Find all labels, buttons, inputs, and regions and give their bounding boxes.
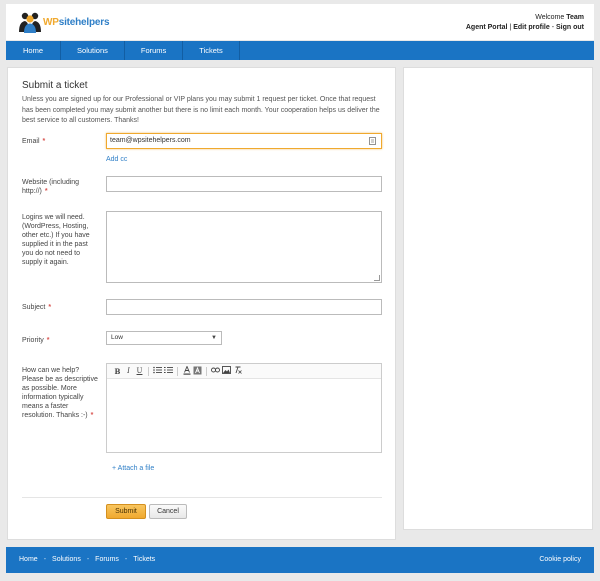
- required-mark: *: [44, 188, 48, 195]
- form-divider: [22, 497, 382, 498]
- email-label-text: Email: [22, 138, 40, 145]
- bold-button[interactable]: B: [112, 366, 123, 377]
- email-label: Email *: [22, 137, 100, 146]
- logins-label: Logins we will need. (WordPress, Hosting…: [22, 214, 90, 266]
- footer-tickets-link[interactable]: Tickets: [133, 547, 155, 573]
- website-field[interactable]: [106, 176, 382, 192]
- sidebar-panel: [403, 67, 593, 530]
- text-color-icon[interactable]: [181, 364, 192, 377]
- logo-people-icon: [18, 10, 42, 34]
- user-welcome: Welcome Team Agent Portal | Edit profile…: [466, 13, 584, 33]
- cancel-button[interactable]: Cancel: [149, 504, 187, 519]
- welcome-user: Team: [566, 14, 584, 21]
- nav-solutions[interactable]: Solutions: [61, 41, 125, 60]
- required-mark: *: [90, 412, 94, 419]
- bullet-list-icon[interactable]: [152, 366, 163, 377]
- link-icon[interactable]: [210, 366, 221, 377]
- background-color-icon[interactable]: [192, 366, 203, 377]
- footer-separator: -: [124, 556, 128, 563]
- logins-textarea[interactable]: [106, 211, 382, 283]
- priority-select[interactable]: Low ▼: [106, 331, 222, 345]
- priority-value: Low: [111, 334, 123, 341]
- priority-label: Priority *: [22, 336, 100, 345]
- footer-home-link[interactable]: Home: [19, 547, 38, 573]
- clear-formatting-icon[interactable]: [232, 366, 243, 377]
- footer-separator: -: [43, 556, 47, 563]
- edit-profile-link[interactable]: Edit profile: [513, 24, 550, 31]
- subject-label: Subject *: [22, 303, 100, 312]
- page-title: Submit a ticket: [22, 80, 88, 91]
- image-icon[interactable]: [221, 365, 232, 377]
- toolbar-divider: [148, 366, 149, 376]
- website-label: Website (including http://) *: [22, 178, 102, 196]
- footer-forums-link[interactable]: Forums: [95, 547, 119, 573]
- logo-text: WPsitehelpers: [43, 16, 110, 28]
- site-logo[interactable]: WPsitehelpers: [18, 9, 110, 35]
- help-label: How can we help? Please be as descriptiv…: [22, 366, 102, 420]
- ticket-form-panel: Submit a ticket Unless you are signed up…: [7, 67, 396, 540]
- nav-home[interactable]: Home: [6, 41, 62, 60]
- cookie-policy-link[interactable]: Cookie policy: [539, 547, 581, 573]
- help-label-text: How can we help? Please be as descriptiv…: [22, 367, 98, 419]
- subject-field[interactable]: [106, 299, 382, 315]
- required-mark: *: [42, 138, 46, 145]
- nav-tickets[interactable]: Tickets: [183, 41, 240, 60]
- attach-file-link[interactable]: + Attach a file: [112, 465, 154, 472]
- italic-button[interactable]: I: [123, 366, 134, 377]
- priority-label-text: Priority: [22, 337, 44, 344]
- toolbar-divider: [177, 366, 178, 376]
- agent-portal-link[interactable]: Agent Portal: [466, 24, 508, 31]
- sign-out-link[interactable]: Sign out: [556, 24, 584, 31]
- website-label-text: Website (including http://): [22, 179, 80, 195]
- contact-card-icon: [369, 137, 376, 151]
- footer-separator: -: [86, 556, 90, 563]
- logo-wp: WP: [43, 16, 59, 28]
- email-value: team@wpsitehelpers.com: [110, 137, 191, 144]
- numbered-list-icon[interactable]: [163, 366, 174, 377]
- site-header: WPsitehelpers Welcome Team Agent Portal …: [6, 4, 594, 40]
- footer-solutions-link[interactable]: Solutions: [52, 547, 81, 573]
- site-footer: Home - Solutions - Forums - Tickets Cook…: [6, 547, 594, 573]
- nav-forums[interactable]: Forums: [125, 41, 184, 60]
- editor-toolbar: B I U: [107, 364, 381, 379]
- resize-handle[interactable]: [374, 275, 380, 281]
- rich-text-editor[interactable]: B I U: [106, 363, 382, 453]
- footer-links: Home - Solutions - Forums - Tickets: [19, 547, 155, 573]
- welcome-prefix: Welcome: [535, 14, 565, 21]
- required-mark: *: [48, 304, 52, 311]
- submit-button[interactable]: Submit: [106, 504, 146, 519]
- email-field[interactable]: team@wpsitehelpers.com: [106, 133, 382, 149]
- subject-label-text: Subject: [22, 304, 46, 311]
- main-nav: Home Solutions Forums Tickets: [6, 41, 594, 60]
- form-intro: Unless you are signed up for our Profess…: [22, 96, 380, 124]
- toolbar-divider: [206, 366, 207, 376]
- required-mark: *: [46, 337, 50, 344]
- add-cc-link[interactable]: Add cc: [106, 156, 127, 163]
- logo-sitehelpers: sitehelpers: [58, 16, 110, 28]
- underline-button[interactable]: U: [134, 366, 145, 377]
- chevron-down-icon: ▼: [211, 335, 217, 341]
